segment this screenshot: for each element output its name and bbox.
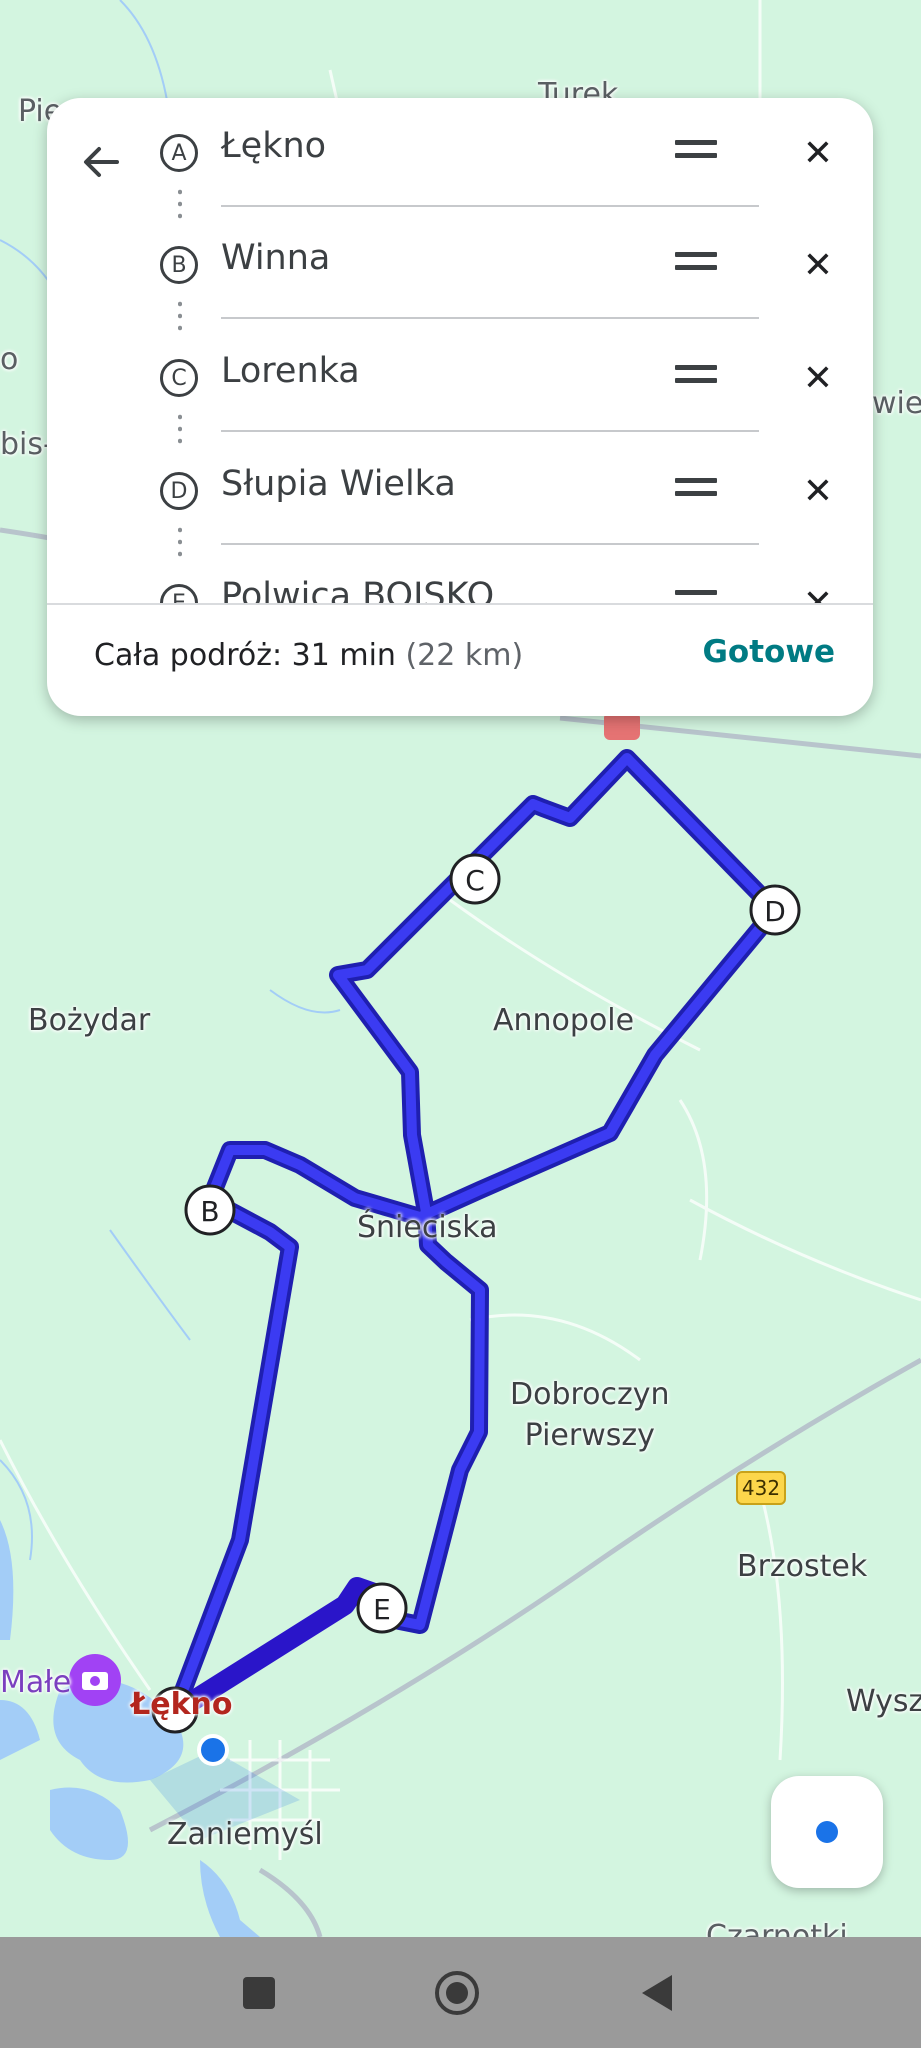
- map-label-brzostek: Brzostek: [737, 1549, 868, 1584]
- recents-button[interactable]: [233, 1967, 285, 2019]
- stop-underline: [221, 543, 759, 545]
- drag-handle-icon[interactable]: [675, 365, 717, 391]
- map-label-bozydar: Bożydar: [28, 1003, 151, 1038]
- poi-marker-icon[interactable]: [604, 712, 640, 740]
- map-label-annopole: Annopole: [493, 1003, 635, 1038]
- marker-b-label: B: [200, 1195, 219, 1228]
- stop-name-input[interactable]: Słupia Wielka: [221, 464, 456, 504]
- stop-row-e[interactable]: E Polwica BOISKO ✕: [47, 564, 873, 603]
- camera-poi-icon[interactable]: [69, 1654, 121, 1706]
- back-nav-button[interactable]: [630, 1967, 682, 2019]
- close-icon[interactable]: ✕: [796, 581, 840, 604]
- stop-letter-c: C: [160, 359, 198, 397]
- map-label-zaniemysl: Zaniemyśl: [167, 1817, 323, 1852]
- stops-list: A Łękno ✕ B Winna ✕ C Lorenka ✕ D Słupia: [47, 98, 873, 603]
- done-button[interactable]: Gotowe: [702, 634, 835, 670]
- map-label-wie: wie: [872, 386, 921, 421]
- drag-handle-icon[interactable]: [675, 590, 717, 603]
- close-icon[interactable]: ✕: [796, 243, 840, 287]
- square-icon: [243, 1977, 275, 2009]
- waypoint-c-marker[interactable]: C: [449, 853, 501, 905]
- location-dot-icon: [816, 1821, 838, 1843]
- waypoint-e-marker[interactable]: E: [356, 1582, 408, 1634]
- map-label-dobroczyn: Dobroczyn Pierwszy: [510, 1377, 670, 1453]
- drag-handle-icon[interactable]: [675, 252, 717, 278]
- home-button[interactable]: [431, 1967, 483, 2019]
- drag-handle-icon[interactable]: [675, 478, 717, 504]
- stop-connector: [178, 186, 182, 224]
- drag-handle-icon[interactable]: [675, 140, 717, 166]
- stop-underline: [221, 205, 759, 207]
- map-label-male: Małe: [0, 1665, 72, 1700]
- map-label-bis: bis-: [0, 427, 54, 462]
- trip-distance: (22 km): [405, 638, 524, 673]
- marker-e-label: E: [373, 1593, 391, 1626]
- panel-divider: [47, 603, 873, 605]
- marker-c-label: C: [465, 864, 485, 897]
- trip-duration: Cała podróż: 31 min: [94, 638, 396, 673]
- waypoint-b-marker[interactable]: B: [184, 1184, 236, 1236]
- stop-letter-d: D: [160, 472, 198, 510]
- map-label-o: o: [0, 342, 19, 377]
- system-nav-bar: [0, 1937, 921, 2048]
- map-label-wysz: Wysz: [846, 1684, 921, 1719]
- close-icon[interactable]: ✕: [796, 469, 840, 513]
- stop-name-input[interactable]: Winna: [221, 238, 330, 278]
- stop-connector: [178, 411, 182, 449]
- stop-letter-e: E: [160, 584, 198, 603]
- stop-underline: [221, 430, 759, 432]
- marker-d-label: D: [764, 895, 786, 928]
- stop-underline: [221, 317, 759, 319]
- close-icon[interactable]: ✕: [796, 356, 840, 400]
- stop-name-input[interactable]: Polwica BOISKO: [221, 576, 494, 603]
- stop-connector: [178, 524, 182, 562]
- stop-row-a[interactable]: A Łękno ✕: [47, 114, 873, 226]
- stop-row-d[interactable]: D Słupia Wielka ✕: [47, 452, 873, 564]
- circle-icon: [435, 1971, 479, 2015]
- map-label-lekno: Łękno: [131, 1687, 233, 1722]
- stop-letter-b: B: [160, 246, 198, 284]
- stop-letter-a: A: [160, 134, 198, 172]
- map-label-czarnotki: Czarnotki: [706, 1919, 848, 1937]
- trip-summary: Cała podróż: 31 min (22 km): [94, 638, 523, 673]
- directions-panel: A Łękno ✕ B Winna ✕ C Lorenka ✕ D Słupia: [47, 98, 873, 716]
- map-label-snieciska: Śnieciska: [357, 1210, 498, 1245]
- road-432-shield: 432: [736, 1471, 786, 1505]
- stop-name-input[interactable]: Lorenka: [221, 351, 360, 391]
- close-icon[interactable]: ✕: [796, 131, 840, 175]
- stop-row-b[interactable]: B Winna ✕: [47, 226, 873, 338]
- stop-row-c[interactable]: C Lorenka ✕: [47, 339, 873, 451]
- stop-connector: [178, 298, 182, 336]
- triangle-back-icon: [642, 1975, 672, 2011]
- waypoint-d-marker[interactable]: D: [749, 884, 801, 936]
- my-location-button[interactable]: [771, 1776, 883, 1888]
- stop-name-input[interactable]: Łękno: [221, 126, 326, 166]
